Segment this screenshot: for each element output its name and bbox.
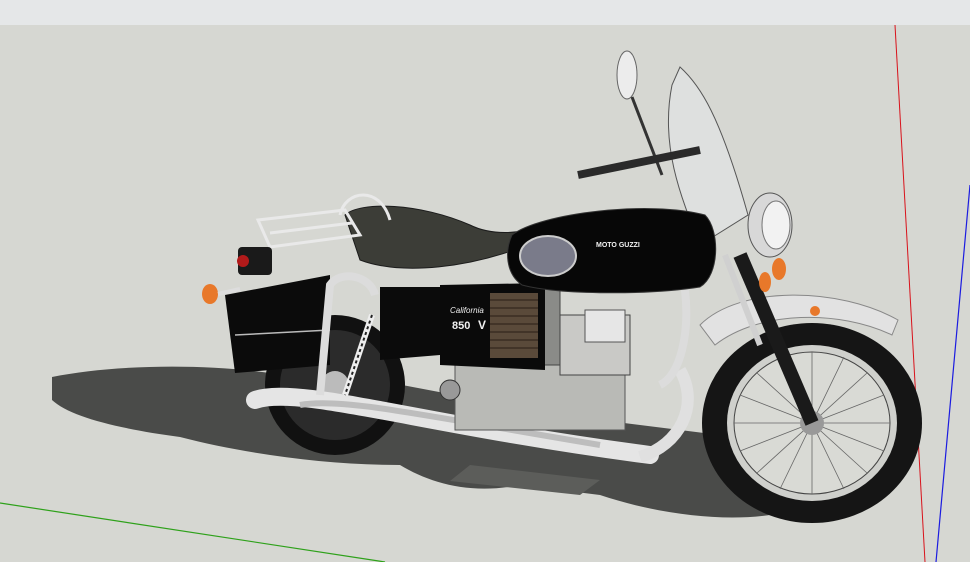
displacement-badge: 850 bbox=[452, 320, 470, 332]
headlight bbox=[747, 192, 793, 258]
model-canvas[interactable]: California 850 V MOTO GUZZI bbox=[0, 25, 970, 562]
fuel-tank: MOTO GUZZI bbox=[507, 208, 717, 294]
green-axis bbox=[0, 502, 386, 562]
model-name-badge: California bbox=[450, 306, 484, 315]
brand-logo: MOTO GUZZI bbox=[596, 242, 640, 249]
tail-light bbox=[237, 247, 272, 275]
app-window: California 850 V MOTO GUZZI bbox=[0, 0, 970, 562]
side-panel: California 850 V bbox=[440, 283, 545, 370]
generation-mark: V bbox=[478, 318, 486, 332]
title-bar bbox=[0, 0, 970, 26]
3d-viewport[interactable]: California 850 V MOTO GUZZI bbox=[0, 25, 970, 562]
blue-axis bbox=[935, 184, 970, 562]
